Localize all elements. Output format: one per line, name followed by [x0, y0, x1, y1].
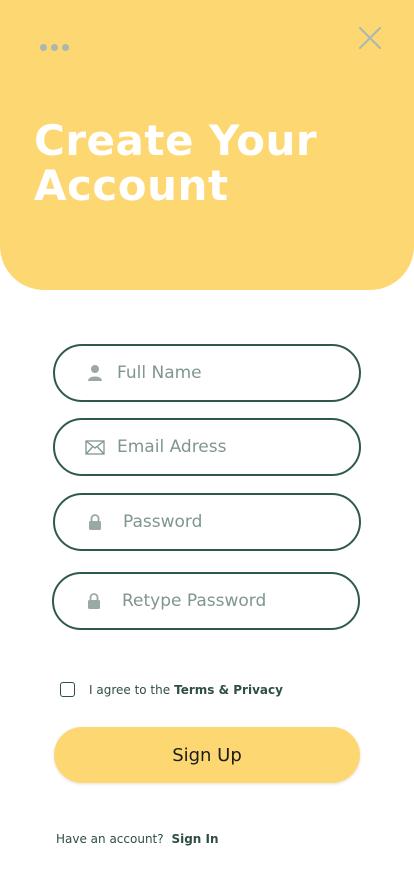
terms-checkbox[interactable]: [60, 682, 75, 697]
more-dots-icon[interactable]: [40, 41, 70, 53]
have-account-text: Have an account?: [56, 832, 164, 846]
lock-icon: [84, 591, 104, 611]
password-field[interactable]: [53, 493, 361, 551]
terms-row: I agree to the Terms & Privacy: [60, 682, 283, 697]
sign-up-button[interactable]: Sign Up: [54, 727, 360, 783]
header-panel: Create Your Account: [0, 0, 414, 290]
envelope-icon: [85, 437, 105, 457]
close-icon[interactable]: [357, 25, 383, 51]
full-name-input[interactable]: [117, 346, 337, 400]
sign-in-link[interactable]: Sign In: [171, 832, 218, 846]
person-icon: [85, 363, 105, 383]
password-input[interactable]: [123, 495, 343, 549]
terms-prefix: I agree to the: [89, 682, 171, 697]
retype-password-field[interactable]: [52, 572, 360, 630]
lock-icon: [85, 512, 105, 532]
terms-link[interactable]: Terms & Privacy: [174, 683, 283, 697]
email-field[interactable]: [53, 418, 361, 476]
signup-screen: Create Your Account Full Name Email Adre…: [0, 0, 414, 896]
retype-password-input[interactable]: [122, 574, 342, 628]
dot: [62, 43, 69, 51]
dot: [40, 43, 47, 51]
dot: [51, 43, 58, 51]
page-title: Create Your Account: [34, 116, 318, 210]
email-input[interactable]: [117, 420, 337, 474]
footer: Have an account? Sign In: [56, 832, 219, 846]
full-name-field[interactable]: [53, 344, 361, 402]
